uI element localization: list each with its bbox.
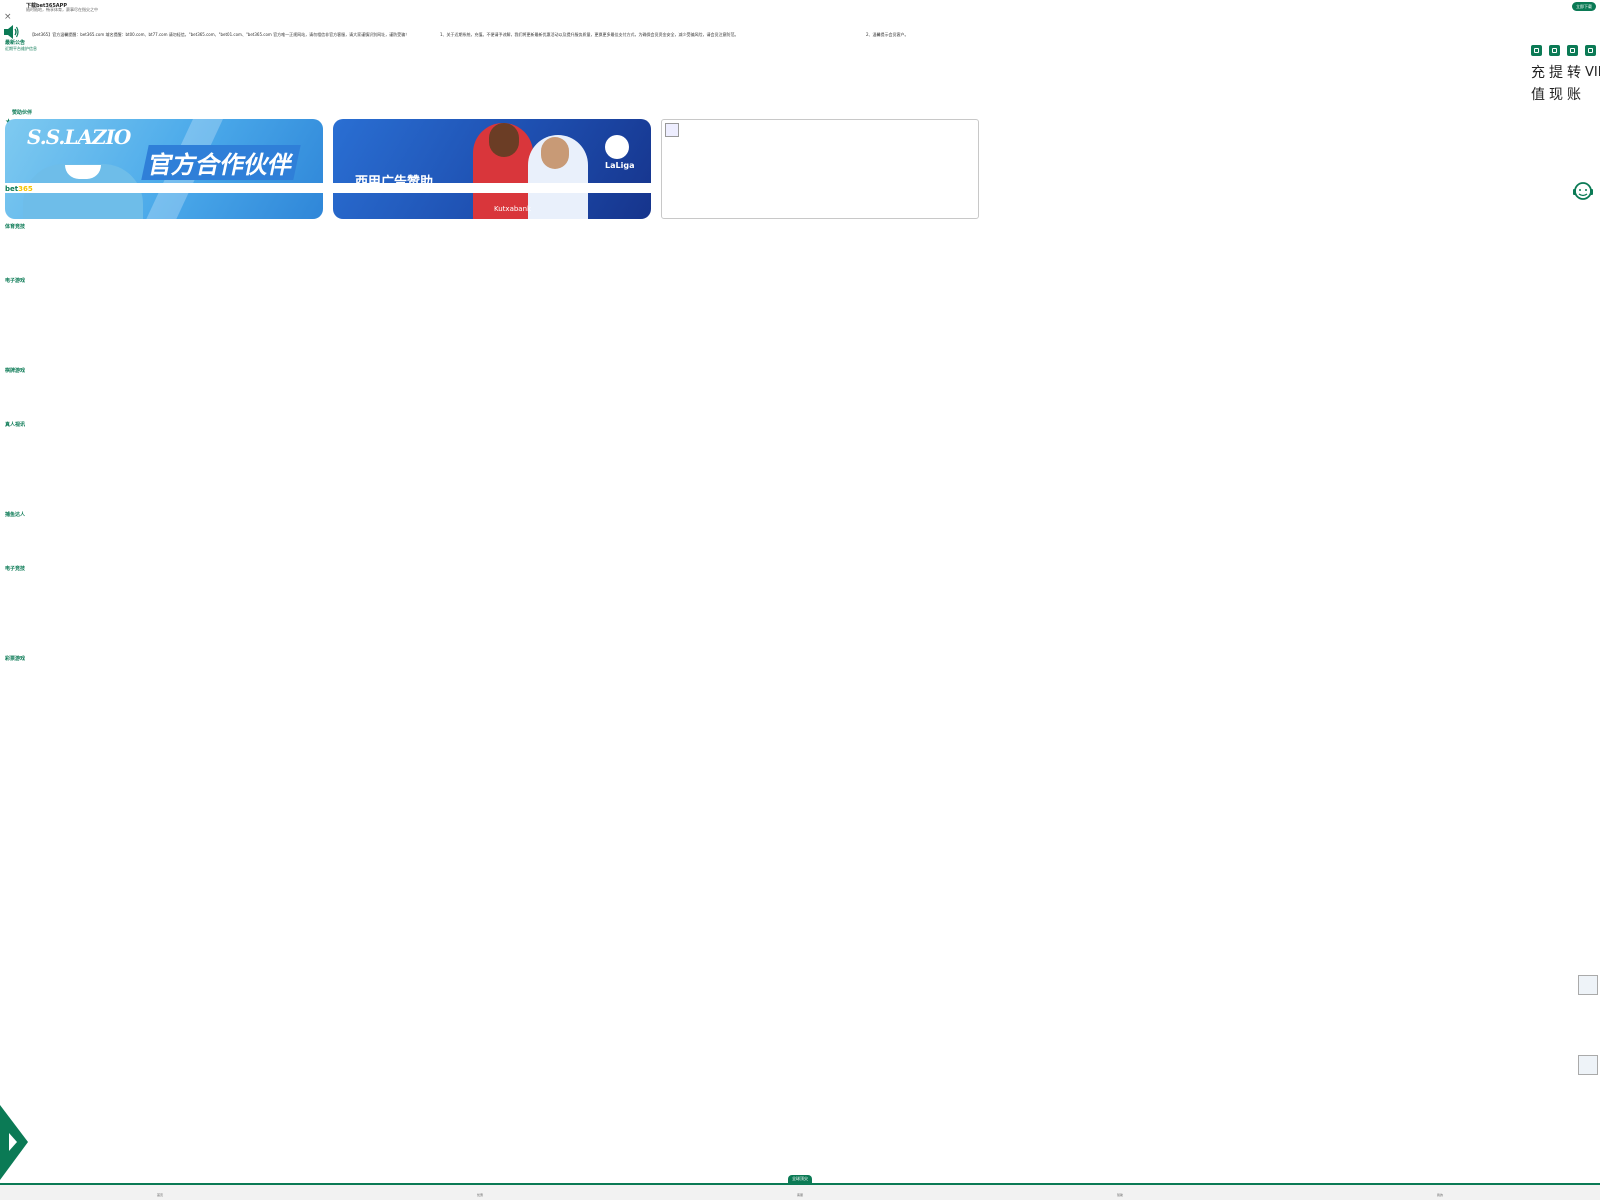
close-icon[interactable]: ×	[4, 12, 12, 22]
bottom-nav-service[interactable]: 客服	[797, 1193, 803, 1197]
banner-broken[interactable]	[661, 119, 979, 219]
notice-title: 最新公告	[5, 40, 26, 46]
section-lottery-title: 彩票游戏	[5, 656, 26, 662]
app-subtitle: 随时随地，畅享体育，赛事尽在指尖之中	[26, 7, 98, 12]
nav-deposit-label[interactable]: 充值	[1531, 62, 1545, 106]
download-button[interactable]: 立即下载	[1572, 2, 1596, 11]
shirt-sponsor-label: Kutxabank	[494, 205, 532, 213]
notice-subtitle: 近期平台维护信息	[5, 46, 37, 51]
nav-transfer-label[interactable]: 转账	[1567, 62, 1581, 106]
deposit-icon[interactable]	[1531, 45, 1542, 56]
section-live-title: 真人视讯	[5, 422, 26, 428]
customer-service-icon[interactable]	[1572, 180, 1594, 202]
brand-logo-part: 365	[18, 185, 33, 193]
banner-divider	[5, 183, 323, 193]
transfer-icon[interactable]	[1567, 45, 1578, 56]
vip-icon[interactable]	[1585, 45, 1596, 56]
bottom-nav-home[interactable]: 首页	[157, 1193, 163, 1197]
brand-logo: bet365	[5, 185, 33, 193]
bottom-nav-sponsor[interactable]: 赞助	[1117, 1193, 1123, 1197]
section-esports-title: 电子游戏	[5, 278, 26, 284]
banner-tagline: 官方合作伙伴	[141, 145, 301, 180]
player-head	[541, 137, 569, 169]
broken-image-icon	[665, 123, 679, 137]
section-sports-title: 体育竞技	[5, 224, 26, 230]
banner-divider	[333, 183, 651, 193]
expand-arrow-icon[interactable]	[0, 1105, 28, 1180]
float-image-bottom[interactable]	[1578, 1055, 1598, 1075]
notice-ticker-item[interactable]: 1、关于近期系统，充值。不便请予谅解，我们将更新最新优惠活动以及提升服务质量，更…	[440, 32, 739, 38]
bottom-nav	[0, 1183, 1600, 1200]
notice-ticker-item[interactable]: 2、温馨提示会员客户。	[866, 32, 909, 38]
nav-vip-label[interactable]: VIP	[1585, 62, 1600, 84]
brand-logo-part: bet	[5, 185, 19, 193]
banner-lazio[interactable]: S.S.LAZIO 官方合作伙伴	[5, 119, 323, 219]
player-head	[489, 123, 519, 157]
laliga-logo-icon	[605, 135, 629, 159]
nav-withdraw-label[interactable]: 提现	[1549, 62, 1563, 106]
section-sponsor-title: 赞助伙伴	[12, 110, 33, 116]
notice-ticker-item[interactable]: 【bet365】官方温馨提醒：bet365.com 域名提醒：bt00.com、…	[30, 32, 409, 38]
section-fishing-title: 捕鱼达人	[5, 512, 26, 518]
withdraw-icon[interactable]	[1549, 45, 1560, 56]
speaker-icon	[4, 25, 19, 39]
float-image-top[interactable]	[1578, 975, 1598, 995]
bottom-nav-me[interactable]: 我的	[1437, 1193, 1443, 1197]
bottom-nav-promo[interactable]: 优惠	[477, 1193, 483, 1197]
section-chess-title: 棋牌游戏	[5, 368, 26, 374]
banner-laliga[interactable]: 西甲广告赞助 LaLiga Kutxabank	[333, 119, 651, 219]
banner-heading: S.S.LAZIO	[27, 125, 131, 149]
bottom-center-tag: 全球顶尖	[788, 1175, 812, 1183]
laliga-label: LaLiga	[605, 161, 635, 170]
section-slots-title: 电子竞技	[5, 566, 26, 572]
